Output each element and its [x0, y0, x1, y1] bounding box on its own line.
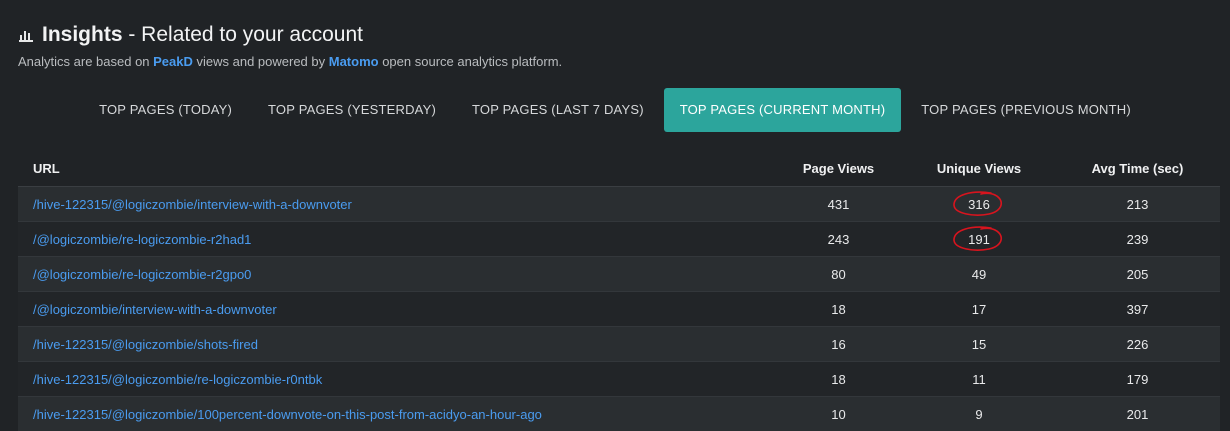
- url-cell: /@logiczombie/re-logiczombie-r2had1: [18, 222, 774, 257]
- matomo-link[interactable]: Matomo: [329, 54, 379, 69]
- page-views-cell: 80: [774, 257, 903, 292]
- page-title: Insights - Related to your account: [42, 23, 363, 47]
- url-cell: /hive-122315/@logiczombie/100percent-dow…: [18, 397, 774, 431]
- unique-views-cell: 11: [903, 362, 1055, 397]
- avg-time-cell: 205: [1055, 257, 1220, 292]
- top-pages-table: URL Page Views Unique Views Avg Time (se…: [18, 150, 1220, 431]
- url-cell: /hive-122315/@logiczombie/re-logiczombie…: [18, 362, 774, 397]
- page-url-link[interactable]: /hive-122315/@logiczombie/re-logiczombie…: [33, 372, 322, 387]
- avg-time-cell: 213: [1055, 187, 1220, 222]
- column-header-avg-time[interactable]: Avg Time (sec): [1055, 150, 1220, 187]
- tab-top-pages-yesterday[interactable]: TOP PAGES (YESTERDAY): [252, 88, 452, 132]
- table-row: /hive-122315/@logiczombie/interview-with…: [18, 187, 1220, 222]
- column-header-page-views[interactable]: Page Views: [774, 150, 903, 187]
- table-body: /hive-122315/@logiczombie/interview-with…: [18, 187, 1220, 431]
- column-header-unique-views[interactable]: Unique Views: [903, 150, 1055, 187]
- bar-chart-icon: [18, 27, 34, 43]
- page-url-link[interactable]: /hive-122315/@logiczombie/interview-with…: [33, 197, 352, 212]
- tab-bar: TOP PAGES (TODAY) TOP PAGES (YESTERDAY) …: [0, 88, 1230, 132]
- page-views-cell: 16: [774, 327, 903, 362]
- avg-time-cell: 201: [1055, 397, 1220, 431]
- avg-time-cell: 226: [1055, 327, 1220, 362]
- page-views-cell: 431: [774, 187, 903, 222]
- unique-views-value: 17: [972, 302, 986, 317]
- url-cell: /hive-122315/@logiczombie/interview-with…: [18, 187, 774, 222]
- avg-time-cell: 239: [1055, 222, 1220, 257]
- page-url-link[interactable]: /hive-122315/@logiczombie/shots-fired: [33, 337, 258, 352]
- unique-views-cell: 316: [903, 187, 1055, 222]
- column-header-url[interactable]: URL: [18, 150, 774, 187]
- unique-views-cell: 191: [903, 222, 1055, 257]
- table-row: /@logiczombie/re-logiczombie-r2gpo0 80 49 2…: [18, 257, 1220, 292]
- tab-top-pages-previous-month[interactable]: TOP PAGES (PREVIOUS MONTH): [905, 88, 1147, 132]
- page-url-link[interactable]: /@logiczombie/re-logiczombie-r2had1: [33, 232, 251, 247]
- unique-views-cell: 17: [903, 292, 1055, 327]
- page-views-cell: 18: [774, 292, 903, 327]
- table-row: /@logiczombie/interview-with-a-downvoter…: [18, 292, 1220, 327]
- page-title-strong: Insights: [42, 23, 123, 46]
- table-row: /hive-122315/@logiczombie/100percent-dow…: [18, 397, 1220, 431]
- unique-views-value: 15: [972, 337, 986, 352]
- unique-views-value: 9: [975, 407, 982, 422]
- unique-views-value: 49: [972, 267, 986, 282]
- table-row: /hive-122315/@logiczombie/re-logiczombie…: [18, 362, 1220, 397]
- unique-views-cell: 49: [903, 257, 1055, 292]
- tab-top-pages-current-month[interactable]: TOP PAGES (CURRENT MONTH): [664, 88, 902, 132]
- tab-top-pages-last-7-days[interactable]: TOP PAGES (LAST 7 DAYS): [456, 88, 660, 132]
- unique-views-cell: 9: [903, 397, 1055, 431]
- subtitle-text-1: Analytics are based on: [18, 54, 153, 69]
- url-cell: /@logiczombie/re-logiczombie-r2gpo0: [18, 257, 774, 292]
- page-url-link[interactable]: /@logiczombie/interview-with-a-downvoter: [33, 302, 277, 317]
- table-row: /hive-122315/@logiczombie/shots-fired 16 1…: [18, 327, 1220, 362]
- url-cell: /@logiczombie/interview-with-a-downvoter: [18, 292, 774, 327]
- unique-views-cell: 15: [903, 327, 1055, 362]
- subtitle-text-2: views and powered by: [193, 54, 329, 69]
- avg-time-cell: 397: [1055, 292, 1220, 327]
- page-views-cell: 243: [774, 222, 903, 257]
- table-header-row: URL Page Views Unique Views Avg Time (se…: [18, 150, 1220, 187]
- unique-views-value: 191: [968, 232, 990, 247]
- peakd-link[interactable]: PeakD: [153, 54, 193, 69]
- page-title-rest: - Related to your account: [123, 23, 363, 46]
- table-header: URL Page Views Unique Views Avg Time (se…: [18, 150, 1220, 187]
- top-pages-table-container: URL Page Views Unique Views Avg Time (se…: [18, 150, 1220, 431]
- page-url-link[interactable]: /@logiczombie/re-logiczombie-r2gpo0: [33, 267, 251, 282]
- page-header: Insights - Related to your account Analy…: [18, 22, 1208, 69]
- unique-views-value: 316: [968, 197, 990, 212]
- table-row: /@logiczombie/re-logiczombie-r2had1 243 19…: [18, 222, 1220, 257]
- page-views-cell: 10: [774, 397, 903, 431]
- tab-top-pages-today[interactable]: TOP PAGES (TODAY): [83, 88, 248, 132]
- url-cell: /hive-122315/@logiczombie/shots-fired: [18, 327, 774, 362]
- page-views-cell: 18: [774, 362, 903, 397]
- page-url-link[interactable]: /hive-122315/@logiczombie/100percent-dow…: [33, 407, 542, 422]
- avg-time-cell: 179: [1055, 362, 1220, 397]
- subtitle: Analytics are based on PeakD views and p…: [18, 54, 1208, 69]
- title-row: Insights - Related to your account: [18, 22, 1208, 48]
- subtitle-text-3: open source analytics platform.: [379, 54, 563, 69]
- unique-views-value: 11: [972, 372, 986, 387]
